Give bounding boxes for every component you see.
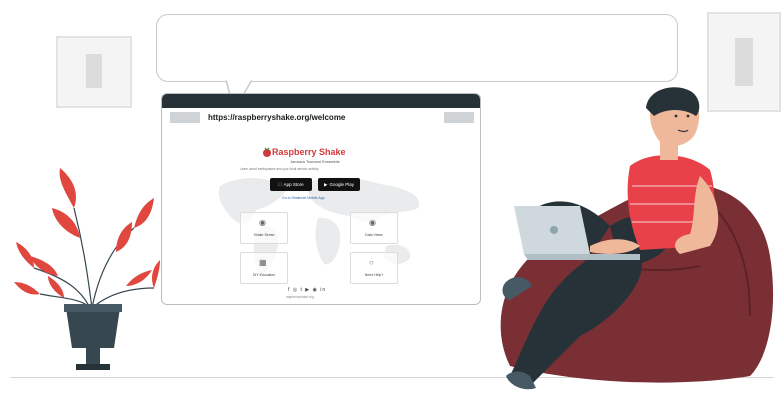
browser-window: https://raspberryshake.org/welcome Raspb… — [161, 93, 481, 305]
brand-subtitle: Jamaica Tsunami Ensemble — [290, 159, 340, 164]
brand-name: Raspberry Shake — [272, 147, 346, 157]
google-play-button[interactable]: ▶ Google Play — [318, 178, 360, 191]
speech-bubble — [156, 14, 678, 82]
pin-icon: ◉ — [369, 218, 376, 227]
card-need-help[interactable]: ○ Need Help? — [350, 252, 398, 284]
shakenet-link[interactable]: Go to Shakenet Mobile App — [282, 196, 325, 200]
person-on-beanbag-illustration — [500, 87, 774, 390]
url-text[interactable]: https://raspberryshake.org/welcome — [208, 113, 345, 122]
app-store-button[interactable]:  App Store — [270, 178, 312, 191]
google-play-label: Google Play — [329, 182, 354, 187]
apple-icon:  — [278, 182, 281, 187]
card-data-views[interactable]: ◉ Data Views — [350, 212, 398, 244]
site-url: raspberryshake.org — [286, 295, 314, 299]
social-icons[interactable]: f ◎ t ▶ ◉ in — [288, 287, 326, 293]
app-store-label: App Store — [281, 182, 304, 187]
pin-icon: ◉ — [259, 218, 266, 227]
browser-titlebar — [162, 94, 480, 108]
tagline: Learn about earthquakes and your local s… — [240, 167, 319, 171]
play-icon: ▶ — [324, 181, 328, 187]
help-icon: ○ — [369, 258, 374, 267]
book-icon: ▦ — [259, 258, 267, 267]
plant-illustration — [14, 168, 160, 370]
raspberry-logo-icon — [263, 147, 271, 157]
tab-left[interactable] — [170, 112, 200, 123]
card-diy-education[interactable]: ▦ DIY Education — [240, 252, 288, 284]
wall-frame-left — [56, 36, 132, 108]
card-shake-sense[interactable]: ◉ Shake Sense — [240, 212, 288, 244]
